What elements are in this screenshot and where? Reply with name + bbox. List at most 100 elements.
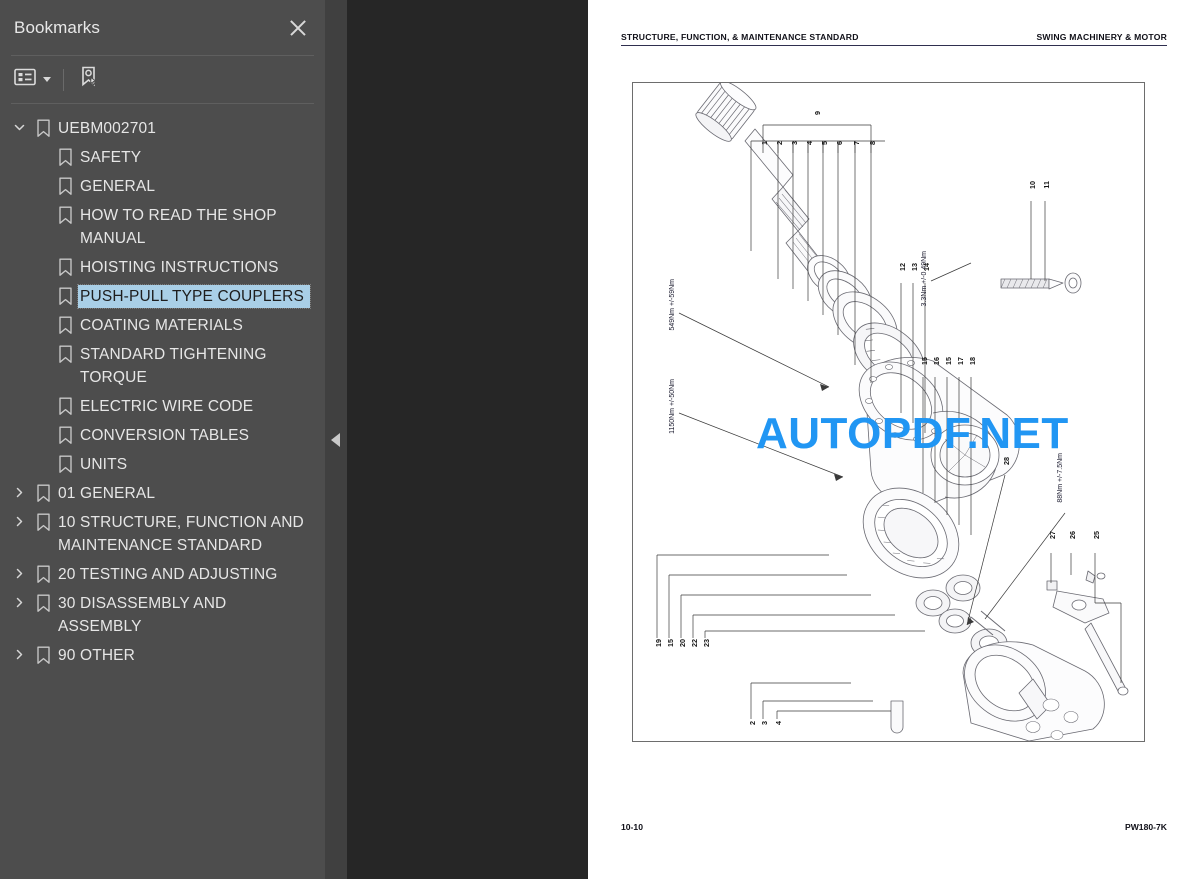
chevron-right-icon[interactable] [8,482,30,499]
collapse-left-triangle-icon[interactable] [331,433,340,447]
bookmark-item-label: SAFETY [80,149,142,166]
bookmark-item-hoisting-instructions[interactable]: HOISTING INSTRUCTIONS [0,253,325,282]
bookmark-item-uebm002701[interactable]: UEBM002701 [0,114,325,143]
bookmark-item-label: GENERAL [80,178,156,195]
twisty-placeholder [30,204,52,208]
bookmark-item-coating-materials[interactable]: COATING MATERIALS [0,311,325,340]
callout-2: 2 [775,141,784,145]
bookmark-item-label: HOISTING INSTRUCTIONS [80,259,279,276]
bookmark-item-general[interactable]: GENERAL [0,172,325,201]
pdf-reader-window: Bookmarks UEBM002701 SAFETY GENERAL HOW … [0,0,1200,879]
chevron-right-icon[interactable] [8,563,30,580]
bookmark-item-label: 90 OTHER [58,647,135,664]
bookmark-item-30-disassembly-and-assembly[interactable]: 30 DISASSEMBLY AND ASSEMBLY [0,589,325,641]
callout-bottom-2: 2 [748,721,757,725]
bookmark-icon [52,285,78,306]
callout-25: 25 [1092,531,1101,539]
bookmark-item-90-other[interactable]: 90 OTHER [0,641,325,670]
bookmark-icon [52,424,78,445]
bookmarks-panel-header: Bookmarks [0,0,325,55]
bookmark-icon [30,117,56,138]
bookmark-item-01-general[interactable]: 01 GENERAL [0,479,325,508]
bookmark-icon [30,644,56,665]
bookmark-item-push-pull-type-couplers[interactable]: PUSH-PULL TYPE COUPLERS [0,282,325,311]
callout-12: 12 [898,263,907,271]
twisty-placeholder [30,314,52,318]
bookmark-item-label: HOW TO READ THE SHOP MANUAL [80,207,281,247]
callout-4: 4 [805,141,814,145]
bookmark-item-label: CONVERSION TABLES [80,427,250,444]
torque-note-88: 88Nm +/-7.5Nm [1057,453,1064,503]
bookmark-item-label: COATING MATERIALS [80,317,244,334]
bookmarks-toolbar [0,56,325,103]
callout-8: 8 [868,141,877,145]
torque-note-1150: 1150Nm +/-50Nm [669,379,676,434]
callout-13: 13 [910,263,919,271]
bookmark-icon [52,343,78,364]
close-icon[interactable] [285,15,311,41]
bookmark-options-button[interactable] [14,68,51,91]
chevron-right-icon[interactable] [8,511,30,528]
callout-10: 10 [1028,181,1037,189]
callout-16: 16 [932,357,941,365]
bookmark-item-label: 01 GENERAL [58,485,156,502]
bookmark-item-label: ELECTRIC WIRE CODE [80,398,254,415]
list-options-icon [14,68,36,91]
chevron-right-icon[interactable] [8,592,30,609]
twisty-placeholder [30,424,52,428]
callout-17: 17 [956,357,965,365]
bookmarks-panel: Bookmarks UEBM002701 SAFETY GENERAL HOW … [0,0,325,879]
twisty-placeholder [30,256,52,260]
bookmark-item-10-structure-function-and-maintenance-standard[interactable]: 10 STRUCTURE, FUNCTION AND MAINTENANCE S… [0,508,325,560]
callout-7: 7 [852,141,861,145]
bookmark-item-conversion-tables[interactable]: CONVERSION TABLES [0,421,325,450]
bookmark-icon [52,256,78,277]
callout-20: 20 [678,639,687,647]
panel-splitter[interactable] [325,0,347,879]
page-footer: 10-10 PW180-7K [621,822,1167,832]
bookmark-item-20-testing-and-adjusting[interactable]: 20 TESTING AND ADJUSTING [0,560,325,589]
callout-23: 23 [702,639,711,647]
callout-15b: 15 [944,357,953,365]
bookmark-item-units[interactable]: UNITS [0,450,325,479]
page-title: Bookmarks [14,17,100,37]
document-viewer[interactable]: STRUCTURE, FUNCTION, & MAINTENANCE STAND… [347,0,1200,879]
bookmark-item-label: 20 TESTING AND ADJUSTING [58,566,278,583]
find-current-bookmark-button[interactable] [78,65,102,94]
callout-11: 11 [1042,181,1051,189]
bookmark-item-safety[interactable]: SAFETY [0,143,325,172]
bookmark-item-electric-wire-code[interactable]: ELECTRIC WIRE CODE [0,392,325,421]
twisty-placeholder [30,146,52,150]
bookmark-item-label: 10 STRUCTURE, FUNCTION AND MAINTENANCE S… [58,514,309,554]
twisty-placeholder [30,175,52,179]
model-code: PW180-7K [1124,822,1167,832]
callout-5: 5 [820,141,829,145]
callout-15c: 15 [666,639,675,647]
bookmark-icon [52,146,78,167]
page-header-right: SWING MACHINERY & MOTOR [1036,32,1167,42]
bookmark-item-label: UEBM002701 [58,120,157,137]
pdf-page: STRUCTURE, FUNCTION, & MAINTENANCE STAND… [588,0,1200,879]
callout-26: 26 [1068,531,1077,539]
page-header: STRUCTURE, FUNCTION, & MAINTENANCE STAND… [621,32,1167,46]
bookmarks-tree[interactable]: UEBM002701 SAFETY GENERAL HOW TO READ THE S… [0,104,325,879]
bookmark-icon [30,482,56,503]
callout-22: 22 [690,639,699,647]
callout-18: 18 [968,357,977,365]
callout-9: 9 [813,111,822,115]
chevron-right-icon[interactable] [8,644,30,661]
bookmark-item-how-to-read-the-shop-manual[interactable]: HOW TO READ THE SHOP MANUAL [0,201,325,253]
bookmark-icon [52,395,78,416]
bookmark-item-label: STANDARD TIGHTENING TORQUE [80,346,271,386]
callout-28: 28 [1002,457,1011,465]
page-header-left: STRUCTURE, FUNCTION, & MAINTENANCE STAND… [621,32,859,42]
callout-15a: 15 [920,357,929,365]
bookmark-icon [30,592,56,613]
chevron-down-icon[interactable] [8,117,30,134]
bookmark-icon [52,175,78,196]
bookmark-item-label: PUSH-PULL TYPE COUPLERS [77,284,311,309]
bookmark-item-standard-tightening-torque[interactable]: STANDARD TIGHTENING TORQUE [0,340,325,392]
callout-bottom-4: 4 [774,721,783,725]
callout-19: 19 [654,639,663,647]
bookmark-icon [30,511,56,532]
